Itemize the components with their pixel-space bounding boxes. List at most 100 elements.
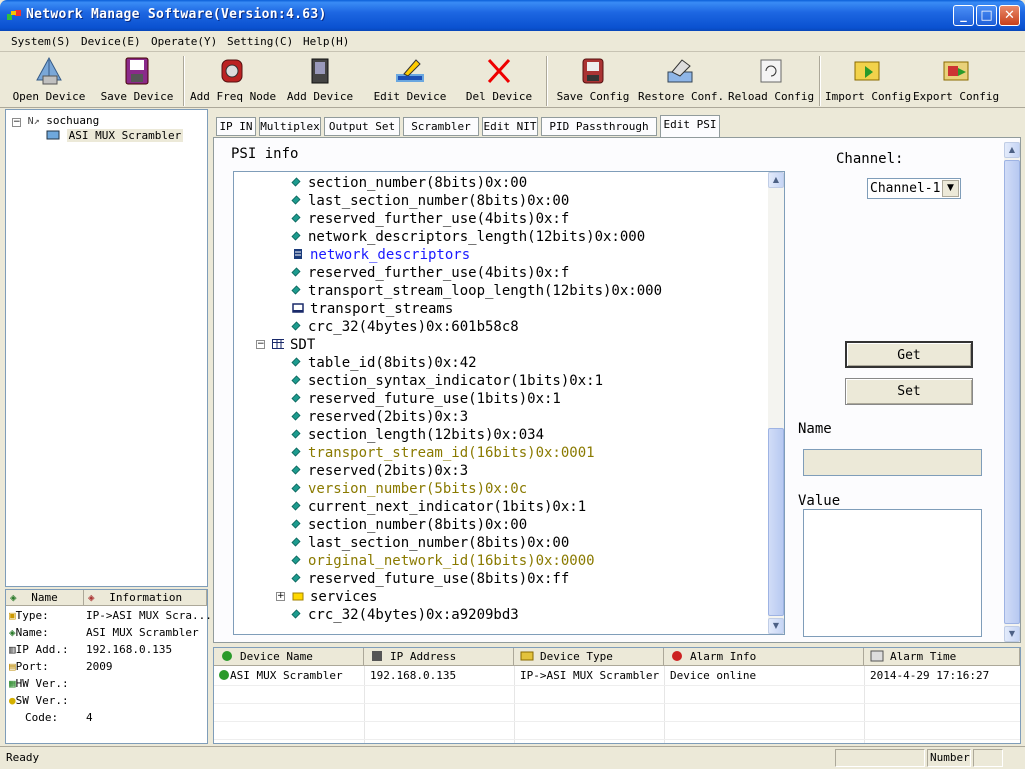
add-freq-node-button[interactable]: Add Freq Node bbox=[190, 56, 276, 106]
psi-tree-item[interactable]: reserved_future_use(8bits)0x:ff bbox=[291, 570, 570, 588]
collapse-expander[interactable]: − bbox=[256, 340, 265, 349]
code-key: Code: bbox=[25, 711, 59, 724]
value-field[interactable] bbox=[803, 509, 982, 637]
psi-tree-item[interactable]: crc_32(4bytes)0x:a9209bd3 bbox=[291, 606, 519, 624]
psi-tree-item[interactable]: transport_stream_id(16bits)0x:0001 bbox=[291, 444, 595, 462]
value-label: Value bbox=[798, 493, 841, 509]
psi-tree-item[interactable]: SDT bbox=[272, 336, 315, 354]
network-icon: N↗ bbox=[27, 116, 40, 127]
psi-tree-item[interactable]: services bbox=[292, 588, 377, 606]
psi-tree-item[interactable]: original_network_id(16bits)0x:0000 bbox=[291, 552, 595, 570]
maximize-button[interactable]: □ bbox=[976, 5, 997, 26]
panel-scroll-up-button[interactable]: ▲ bbox=[1004, 142, 1020, 158]
menu-operate[interactable]: Operate(Y) bbox=[151, 35, 217, 48]
panel-scroll-down-button[interactable]: ▼ bbox=[1004, 626, 1020, 642]
tab-ip-in[interactable]: IP IN bbox=[216, 117, 256, 136]
export-config-button[interactable]: Export Config bbox=[913, 56, 999, 106]
psi-tree-item[interactable]: last_section_number(8bits)0x:00 bbox=[291, 192, 569, 210]
psi-tree-item[interactable]: last_section_number(8bits)0x:00 bbox=[291, 534, 569, 552]
tab-output-set[interactable]: Output Set bbox=[324, 117, 400, 136]
col-device-name[interactable]: Device Name bbox=[214, 648, 364, 666]
alarm-time-icon bbox=[870, 650, 884, 662]
col-alarm-info[interactable]: Alarm Info bbox=[664, 648, 864, 666]
menu-help[interactable]: Help(H) bbox=[303, 35, 349, 48]
name-icon: ◈ bbox=[9, 626, 16, 639]
restore-conf-button[interactable]: Restore Conf. bbox=[638, 56, 724, 106]
tab-multiplex[interactable]: Multiplex bbox=[259, 117, 321, 136]
tab-edit-psi[interactable]: Edit PSI bbox=[660, 115, 720, 137]
type-icon: ▣ bbox=[9, 609, 16, 622]
app-icon bbox=[7, 10, 21, 20]
information-col-icon: ◈ bbox=[88, 591, 95, 604]
psi-tree-item[interactable]: reserved_future_use(1bits)0x:1 bbox=[291, 390, 561, 408]
info-col-name-header[interactable]: ◈ Name bbox=[6, 590, 84, 606]
psi-tree-item[interactable]: reserved_further_use(4bits)0x:f bbox=[291, 210, 569, 228]
psi-tree-item[interactable]: table_id(8bits)0x:42 bbox=[291, 354, 477, 372]
psi-tree[interactable]: section_number(8bits)0x:00 last_section_n… bbox=[233, 171, 785, 635]
psi-tree-item[interactable]: reserved_further_use(4bits)0x:f bbox=[291, 264, 569, 282]
psi-tree-item[interactable]: section_number(8bits)0x:00 bbox=[291, 516, 528, 534]
open-device-button[interactable]: Open Device bbox=[10, 56, 88, 106]
edit-device-button[interactable]: Edit Device bbox=[372, 56, 448, 106]
scroll-up-button[interactable]: ▲ bbox=[768, 172, 784, 188]
col-device-type[interactable]: Device Type bbox=[514, 648, 664, 666]
psi-tree-scrollbar[interactable]: ▲ ▼ bbox=[768, 172, 784, 634]
ip-address-icon bbox=[372, 651, 382, 661]
import-config-button[interactable]: Import Config bbox=[825, 56, 911, 106]
psi-info-label: PSI info bbox=[231, 146, 299, 162]
psi-tree-item[interactable]: section_syntax_indicator(1bits)0x:1 bbox=[291, 372, 603, 390]
panel-scroll-thumb[interactable] bbox=[1004, 160, 1020, 624]
toolbar-separator bbox=[546, 56, 548, 106]
menu-device[interactable]: Device(E) bbox=[81, 35, 141, 48]
set-button[interactable]: Set bbox=[845, 378, 973, 405]
expand-expander[interactable]: + bbox=[276, 592, 285, 601]
field-icon bbox=[291, 429, 301, 439]
field-icon bbox=[291, 267, 301, 277]
tab-scrambler[interactable]: Scrambler bbox=[403, 117, 479, 136]
psi-item-label: reserved_future_use(8bits)0x:ff bbox=[308, 571, 570, 587]
chevron-down-icon[interactable]: ▼ bbox=[942, 180, 959, 197]
psi-tree-item[interactable]: current_next_indicator(1bits)0x:1 bbox=[291, 498, 586, 516]
psi-tree-item[interactable]: crc_32(4bytes)0x:601b58c8 bbox=[291, 318, 519, 336]
psi-tree-item[interactable]: section_number(8bits)0x:00 bbox=[291, 174, 527, 192]
psi-item-label: section_number(8bits)0x:00 bbox=[308, 517, 528, 533]
col-alarm-time[interactable]: Alarm Time bbox=[864, 648, 1020, 666]
tree-item-asi-mux-scrambler[interactable]: ASI MUX Scrambler bbox=[46, 129, 184, 142]
info-row-port: ▤Port: 2009 bbox=[6, 658, 207, 675]
reload-config-button[interactable]: Reload Config bbox=[728, 56, 814, 106]
col-ip-address[interactable]: IP Address bbox=[364, 648, 514, 666]
scroll-down-button[interactable]: ▼ bbox=[768, 618, 784, 634]
panel-scrollbar[interactable]: ▲ ▼ bbox=[1004, 142, 1020, 642]
get-button[interactable]: Get bbox=[845, 341, 973, 368]
psi-tree-item[interactable]: transport_streams bbox=[292, 300, 453, 318]
psi-item-label: original_network_id(16bits)0x:0000 bbox=[308, 553, 595, 569]
menu-setting[interactable]: Setting(C) bbox=[227, 35, 293, 48]
name-field[interactable] bbox=[803, 449, 982, 476]
tree-root-item[interactable]: − N↗ sochuang bbox=[12, 114, 99, 127]
save-config-button[interactable]: Save Config bbox=[553, 56, 633, 106]
field-icon bbox=[291, 393, 301, 403]
menu-system[interactable]: System(S) bbox=[11, 35, 71, 48]
del-device-button[interactable]: Del Device bbox=[463, 56, 535, 106]
scroll-thumb[interactable] bbox=[768, 428, 784, 616]
close-button[interactable]: ✕ bbox=[999, 5, 1020, 26]
psi-item-label: version_number(5bits)0x:0c bbox=[308, 481, 528, 497]
psi-tree-item[interactable]: reserved(2bits)0x:3 bbox=[291, 462, 468, 480]
tab-pid-passthrough[interactable]: PID Passthrough bbox=[541, 117, 657, 136]
psi-tree-item[interactable]: network_descriptors bbox=[292, 246, 470, 264]
status-bar: Ready Number bbox=[0, 746, 1025, 769]
psi-tree-item[interactable]: network_descriptors_length(12bits)0x:000 bbox=[291, 228, 645, 246]
psi-tree-item[interactable]: transport_stream_loop_length(12bits)0x:0… bbox=[291, 282, 662, 300]
psi-tree-item[interactable]: reserved(2bits)0x:3 bbox=[291, 408, 468, 426]
tab-edit-nit[interactable]: Edit NIT bbox=[482, 117, 538, 136]
add-device-button[interactable]: Add Device bbox=[284, 56, 356, 106]
psi-item-label: section_length(12bits)0x:034 bbox=[308, 427, 545, 443]
collapse-expander[interactable]: − bbox=[12, 118, 21, 127]
info-col-information-header[interactable]: ◈ Information bbox=[84, 590, 207, 606]
psi-tree-item[interactable]: version_number(5bits)0x:0c bbox=[291, 480, 528, 498]
psi-tree-item[interactable]: section_length(12bits)0x:034 bbox=[291, 426, 545, 444]
save-device-button[interactable]: Save Device bbox=[100, 56, 174, 106]
channel-select[interactable]: Channel-1 ▼ bbox=[867, 178, 961, 199]
minimize-button[interactable]: _ bbox=[953, 5, 974, 26]
lightbulb-icon: ● bbox=[9, 694, 16, 707]
